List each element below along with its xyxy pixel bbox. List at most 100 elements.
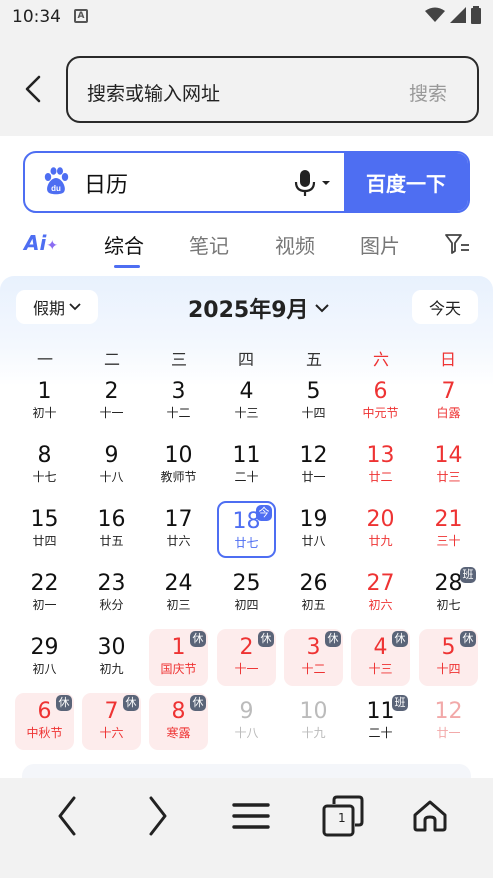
chevron-left-icon: [25, 75, 41, 103]
calendar-day[interactable]: 21 三十: [419, 501, 478, 558]
ai-tab[interactable]: Ai✦: [24, 231, 58, 255]
day-number: 2: [104, 379, 119, 404]
calendar-day[interactable]: 9 十八: [217, 693, 276, 750]
today-badge: 今: [256, 505, 272, 521]
calendar-day[interactable]: 22 初一: [15, 565, 74, 622]
calendar-day[interactable]: 15 廿四: [15, 501, 74, 558]
calendar-day[interactable]: 12 廿一: [284, 437, 343, 494]
lunar-date: 十六: [99, 726, 124, 740]
search-query[interactable]: 日历: [84, 167, 128, 199]
home-button[interactable]: [406, 792, 454, 840]
calendar-day-today[interactable]: 18 廿七今: [217, 501, 276, 558]
lunar-date: 廿七: [234, 536, 259, 550]
day-number: 4: [239, 379, 254, 404]
calendar-day[interactable]: 2 十一休: [217, 629, 276, 686]
lunar-date: 二十: [234, 470, 259, 484]
lunar-date: 廿一: [436, 726, 461, 740]
calendar-day[interactable]: 5 十四休: [419, 629, 478, 686]
calendar-day[interactable]: 10 十九: [284, 693, 343, 750]
calendar-day[interactable]: 7 十六休: [82, 693, 141, 750]
day-number: 12: [434, 699, 463, 724]
tab-count: 1: [338, 811, 346, 825]
day-number: 29: [30, 635, 59, 660]
workday-badge: 班: [460, 567, 476, 583]
rest-day-badge: 休: [190, 631, 206, 647]
month-select[interactable]: 2025年9月: [188, 292, 329, 324]
tab-general[interactable]: 综合: [104, 230, 144, 259]
calendar-day[interactable]: 20 廿九: [351, 501, 410, 558]
calendar-day[interactable]: 30 初九: [82, 629, 141, 686]
calendar-day[interactable]: 6 中元节: [351, 373, 410, 430]
today-button[interactable]: 今天: [412, 290, 478, 324]
menu-button[interactable]: [227, 792, 275, 840]
rest-day-badge: 休: [258, 631, 274, 647]
tabs-button[interactable]: 1: [319, 792, 367, 840]
lunar-date: 初八: [32, 662, 57, 676]
tab-images[interactable]: 图片: [360, 230, 400, 259]
holiday-select[interactable]: 假期: [16, 290, 98, 324]
microphone-icon[interactable]: [293, 169, 333, 197]
calendar-day[interactable]: 19 廿八: [284, 501, 343, 558]
calendar-day[interactable]: 8 十七: [15, 437, 74, 494]
weekday-header: 一 二 三 四 五 六 日: [10, 342, 483, 369]
day-number: 15: [30, 507, 59, 532]
day-number: 9: [104, 443, 119, 468]
lunar-date: 初五: [301, 598, 326, 612]
lunar-date: 寒露: [166, 726, 191, 740]
lunar-date: 初七: [436, 598, 461, 612]
rest-day-badge: 休: [325, 631, 341, 647]
address-bar[interactable]: 搜索或输入网址 搜索: [66, 56, 479, 123]
calendar-day[interactable]: 12 廿一: [419, 693, 478, 750]
calendar-day[interactable]: 3 十二: [149, 373, 208, 430]
calendar-day[interactable]: 1 国庆节休: [149, 629, 208, 686]
calendar-day[interactable]: 28 初七班: [419, 565, 478, 622]
lunar-date: 十八: [99, 470, 124, 484]
calendar-day[interactable]: 14 廿三: [419, 437, 478, 494]
back-button[interactable]: [18, 72, 48, 106]
lunar-date: 中元节: [362, 406, 399, 420]
calendar-day[interactable]: 13 廿二: [351, 437, 410, 494]
hamburger-menu-icon: [232, 803, 270, 829]
calendar-day[interactable]: 11 二十班: [351, 693, 410, 750]
filter-icon[interactable]: [444, 232, 470, 256]
weekday-label: 三: [170, 350, 187, 369]
calendar-day[interactable]: 17 廿六: [149, 501, 208, 558]
calendar-day[interactable]: 29 初八: [15, 629, 74, 686]
calendar-day[interactable]: 3 十二休: [284, 629, 343, 686]
calendar-day[interactable]: 24 初三: [149, 565, 208, 622]
calendar-day[interactable]: 27 初六: [351, 565, 410, 622]
nav-forward-button[interactable]: [134, 792, 182, 840]
calendar-day[interactable]: 5 十四: [284, 373, 343, 430]
calendar-day[interactable]: 26 初五: [284, 565, 343, 622]
address-placeholder: 搜索或输入网址: [87, 83, 221, 105]
status-bar: 10:34 A: [0, 0, 493, 34]
tab-notes[interactable]: 笔记: [189, 230, 229, 259]
calendar-day[interactable]: 4 十三休: [351, 629, 410, 686]
lunar-date: 十四: [301, 406, 326, 420]
lunar-date: 初九: [99, 662, 124, 676]
nav-back-button[interactable]: [43, 792, 91, 840]
calendar-day[interactable]: 25 初四: [217, 565, 276, 622]
calendar-day[interactable]: 16 廿五: [82, 501, 141, 558]
calendar-day[interactable]: 7 白露: [419, 373, 478, 430]
calendar-day[interactable]: 4 十三: [217, 373, 276, 430]
calendar-day[interactable]: 9 十八: [82, 437, 141, 494]
day-number: 25: [232, 571, 261, 596]
lunar-date: 十二: [301, 662, 326, 676]
calendar-day[interactable]: 6 中秋节休: [15, 693, 74, 750]
search-box: du 日历 百度一下: [23, 151, 470, 213]
weekday-label: 二: [103, 350, 120, 369]
calendar-day[interactable]: 8 寒露休: [149, 693, 208, 750]
calendar-day[interactable]: 11 二十: [217, 437, 276, 494]
baidu-search-button[interactable]: 百度一下: [344, 153, 468, 211]
lunar-date: 中秋节: [26, 726, 63, 740]
calendar-day[interactable]: 1 初十: [15, 373, 74, 430]
tab-video[interactable]: 视频: [275, 230, 315, 259]
calendar-day[interactable]: 23 秋分: [82, 565, 141, 622]
calendar-day[interactable]: 10 教师节: [149, 437, 208, 494]
lunar-date: 二十: [368, 726, 393, 740]
calendar-day[interactable]: 2 十一: [82, 373, 141, 430]
address-search-button[interactable]: 搜索: [409, 79, 447, 106]
lunar-date: 教师节: [160, 470, 197, 484]
day-number: 7: [441, 379, 456, 404]
